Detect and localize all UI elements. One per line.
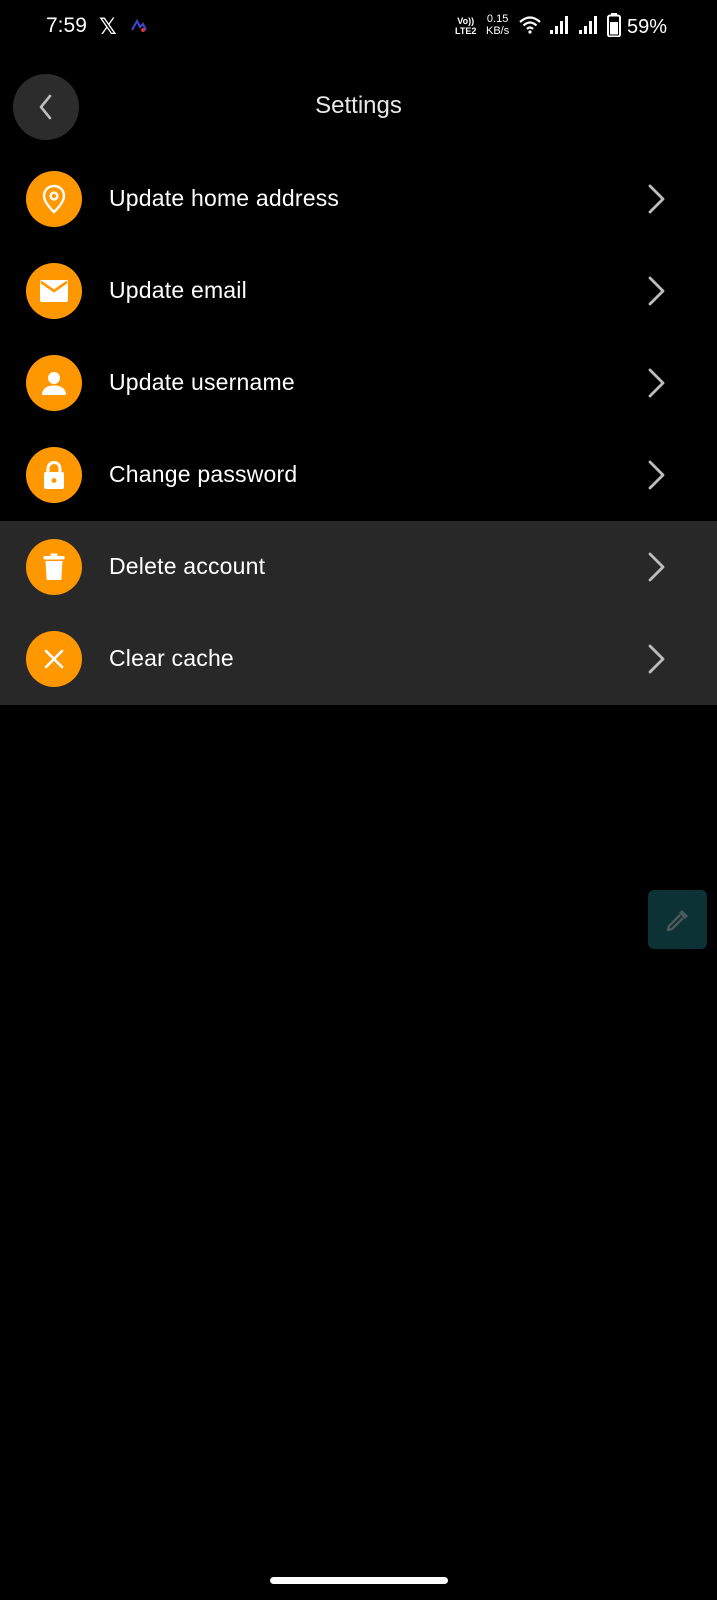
- x-app-icon: 𝕏: [99, 14, 117, 39]
- wifi-icon: [519, 16, 541, 34]
- status-time: 7:59: [46, 14, 87, 37]
- settings-row-label: Clear cache: [109, 645, 234, 671]
- settings-row-label: Delete account: [109, 553, 266, 579]
- person-icon: [26, 355, 82, 411]
- settings-row-label: Update home address: [109, 185, 340, 211]
- chevron-right-icon: [648, 644, 665, 674]
- chevron-right-icon: [648, 276, 665, 306]
- settings-list: Update home address Update email Update …: [0, 153, 717, 705]
- app-notification-icon: [131, 18, 147, 32]
- chevron-right-icon: [648, 184, 665, 214]
- signal-sim1-icon: [550, 16, 568, 34]
- net-speed-value: 0.15: [486, 13, 509, 25]
- net-speed-unit: KB/s: [486, 25, 510, 37]
- settings-row-update-home-address[interactable]: Update home address: [0, 153, 717, 245]
- trash-icon: [26, 539, 82, 595]
- volte-indicator: Vo)) LTE2: [455, 16, 476, 36]
- battery-icon: [607, 13, 621, 37]
- settings-row-update-email[interactable]: Update email: [0, 245, 717, 337]
- settings-row-delete-account[interactable]: Delete account: [0, 521, 717, 613]
- settings-row-change-password[interactable]: Change password: [0, 429, 717, 521]
- settings-row-update-username[interactable]: Update username: [0, 337, 717, 429]
- eyedropper-icon: [666, 909, 688, 931]
- location-pin-icon: [26, 171, 82, 227]
- battery-percent: 59%: [627, 16, 668, 38]
- lock-icon: [26, 447, 82, 503]
- page-title: Settings: [315, 92, 402, 119]
- settings-row-clear-cache[interactable]: Clear cache: [0, 613, 717, 705]
- network-speed: 0.15 KB/s: [486, 13, 509, 37]
- chevron-right-icon: [648, 552, 665, 582]
- chevron-right-icon: [648, 460, 665, 490]
- chevron-right-icon: [648, 368, 665, 398]
- eyedropper-button[interactable]: [648, 890, 707, 949]
- settings-row-label: Update username: [109, 369, 295, 395]
- settings-row-label: Update email: [109, 277, 247, 303]
- status-bar: 7:59 𝕏 Vo)) LTE2 0.15 KB/s 59%: [0, 0, 717, 55]
- volte-line2: LTE2: [455, 26, 477, 36]
- close-icon: [26, 631, 82, 687]
- settings-row-label: Change password: [109, 461, 298, 487]
- signal-sim2-icon: [579, 16, 597, 34]
- home-indicator[interactable]: [270, 1577, 448, 1584]
- volte-line1: Vo)): [457, 16, 475, 26]
- settings-screen: 7:59 𝕏 Vo)) LTE2 0.15 KB/s 59% Settings …: [0, 0, 717, 1600]
- mail-icon: [26, 263, 82, 319]
